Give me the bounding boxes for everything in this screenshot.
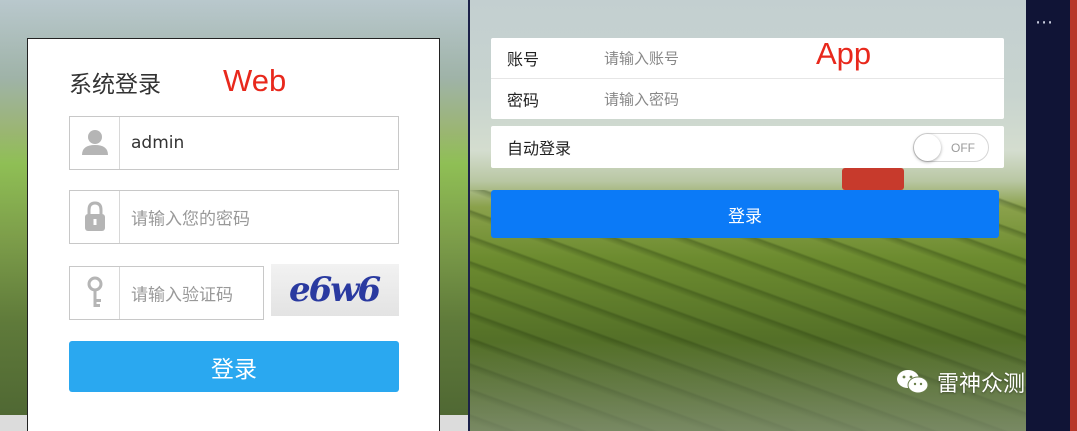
password-row[interactable]: 密码 请输入密码 bbox=[491, 79, 1004, 119]
tractor-image bbox=[842, 168, 904, 190]
web-login-button[interactable]: 登录 bbox=[69, 341, 399, 392]
wechat-icon bbox=[895, 368, 931, 396]
side-bar: ⋯ bbox=[1026, 0, 1070, 431]
auto-login-toggle[interactable]: OFF bbox=[913, 133, 989, 162]
app-login-button[interactable]: 登录 bbox=[491, 190, 999, 238]
username-field[interactable]: admin bbox=[69, 116, 399, 170]
account-row[interactable]: 账号 请输入账号 bbox=[491, 38, 1004, 78]
watermark: 雷神众测 bbox=[895, 366, 1025, 398]
app-annotation-label: App bbox=[816, 36, 872, 71]
password-field[interactable]: 请输入您的密码 bbox=[69, 190, 399, 244]
captcha-placeholder: 请输入验证码 bbox=[131, 285, 233, 306]
auto-login-row: 自动登录 OFF bbox=[491, 126, 1004, 168]
page-title: 系统登录 bbox=[69, 72, 161, 98]
auto-login-label: 自动登录 bbox=[507, 139, 572, 158]
web-login-screen: 系统登录 Web admin 请输入您的密码 请输入验证码 e6w6 登录 bbox=[0, 0, 468, 431]
lock-icon bbox=[70, 191, 120, 243]
account-input[interactable]: 请输入账号 bbox=[604, 48, 679, 69]
captcha-field[interactable]: 请输入验证码 bbox=[69, 266, 264, 320]
toggle-knob bbox=[914, 134, 941, 161]
username-value: admin bbox=[131, 133, 185, 153]
app-credentials-form: 账号 请输入账号 密码 请输入密码 bbox=[491, 38, 1004, 119]
captcha-image[interactable]: e6w6 bbox=[271, 264, 399, 316]
captcha-text: e6w6 bbox=[289, 270, 381, 310]
toggle-state: OFF bbox=[951, 140, 975, 155]
more-dots-icon[interactable]: ⋯ bbox=[1035, 12, 1054, 33]
watermark-text: 雷神众测 bbox=[937, 372, 1026, 397]
user-icon bbox=[70, 117, 120, 169]
account-label: 账号 bbox=[507, 50, 540, 69]
password-input[interactable]: 请输入密码 bbox=[604, 89, 679, 110]
web-annotation-label: Web bbox=[223, 63, 287, 98]
password-label: 密码 bbox=[507, 91, 540, 110]
password-placeholder: 请输入您的密码 bbox=[131, 209, 250, 230]
web-login-card: 系统登录 Web admin 请输入您的密码 请输入验证码 e6w6 登录 bbox=[27, 38, 440, 431]
app-login-screen: 账号 请输入账号 密码 请输入密码 App 自动登录 OFF 登录 雷神众测 bbox=[470, 0, 1026, 431]
red-edge bbox=[1070, 0, 1077, 431]
key-icon bbox=[70, 267, 120, 319]
